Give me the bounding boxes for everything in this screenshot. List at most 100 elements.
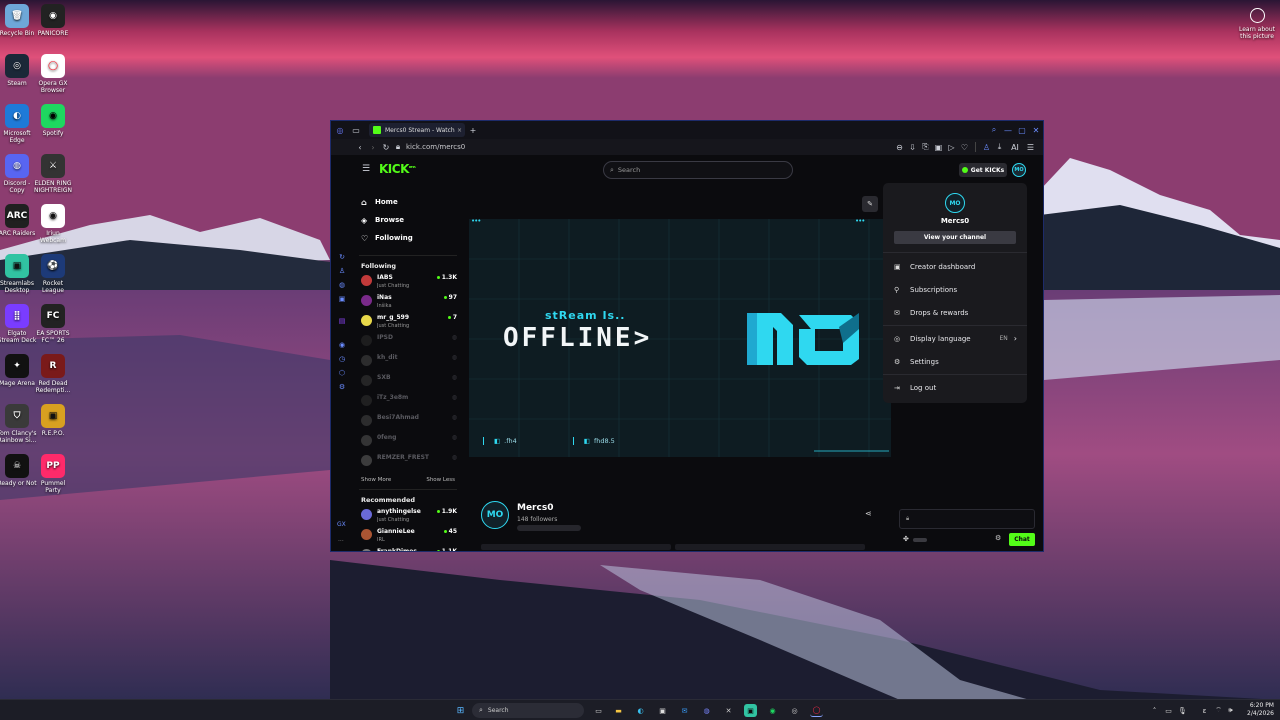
photos-icon[interactable]: ▣	[656, 704, 669, 717]
channel-avatar[interactable]: MO	[481, 501, 509, 529]
desktop-icon[interactable]: ⛉ Tom Clancy's Rainbow Si...	[0, 404, 37, 444]
wallet-icon[interactable]: ▣	[932, 143, 945, 152]
learn-about-picture[interactable]: Learn about this picture	[1238, 8, 1276, 40]
streamlabs-taskbar-icon[interactable]: ▣	[744, 704, 757, 717]
desktop-icon[interactable]: PP Pummel Party	[33, 454, 73, 494]
spotify-taskbar-icon[interactable]: ◉	[766, 704, 779, 717]
history-icon[interactable]: ↻	[339, 253, 345, 261]
desktop-icon[interactable]: ◍ Discord - Copy	[0, 154, 37, 194]
snapshot-icon[interactable]: ⎘	[919, 142, 932, 152]
play-icon[interactable]: ▷	[945, 143, 958, 152]
file-explorer-icon[interactable]: ▬	[612, 704, 625, 717]
microphone-icon[interactable]: 🎙︎	[1176, 704, 1189, 717]
account-icon[interactable]: ♙	[980, 143, 993, 152]
menu-item[interactable]: ⚲ Subscriptions	[883, 278, 1027, 301]
tab-close-icon[interactable]: ×	[457, 127, 462, 134]
channel-row[interactable]: IABS Just Chatting 1.3K	[353, 274, 463, 294]
desktop-icon[interactable]: FC EA SPORTS FC™ 26	[33, 304, 73, 344]
desktop-icon[interactable]: ✦ Mage Arena	[0, 354, 37, 387]
clock-rail-icon[interactable]: ◷	[339, 355, 345, 363]
channel-row[interactable]: iTz_3e8m ◍	[353, 394, 463, 414]
nav-item[interactable]: ◈ Browse	[353, 211, 463, 229]
desktop-icon[interactable]: ◉ Iriun Webcam	[33, 204, 73, 244]
search-box[interactable]: ⌕ Search	[603, 161, 793, 179]
menu-item[interactable]: ◎ Display language EN ›	[883, 327, 1027, 350]
network-icon[interactable]: ▭	[1162, 704, 1175, 717]
url-field[interactable]: kick.com/mercs0	[406, 143, 465, 151]
nav-item[interactable]: ♡ Following	[353, 229, 463, 247]
desktop-icon[interactable]: ARC ARC Raiders	[0, 204, 37, 237]
channel-row[interactable]: mr_g_599 Just Chatting 7	[353, 314, 463, 334]
cube-rail-icon[interactable]: ⬡	[339, 369, 345, 377]
desktop-icon[interactable]: 🗑︎ Recycle Bin	[0, 4, 37, 37]
show-less-link[interactable]: Show Less	[426, 477, 455, 483]
desktop-icon[interactable]: ☠ Ready or Not	[0, 454, 37, 487]
channel-row[interactable]: 0feng ◍	[353, 434, 463, 454]
channel-row[interactable]: FrankDimes 1.1K	[353, 548, 463, 551]
player-rail-icon[interactable]: ◉	[339, 341, 345, 349]
edge-icon[interactable]: ◐	[634, 704, 647, 717]
menu-item[interactable]: ▣ Creator dashboard	[883, 255, 1027, 278]
discord-taskbar-icon[interactable]: ◍	[700, 704, 713, 717]
channel-row[interactable]: iNas Inšika 97	[353, 294, 463, 314]
search-tabs-icon[interactable]: ⌕	[987, 125, 1001, 135]
desktop-icon[interactable]: ◎ Steam	[0, 54, 37, 87]
show-hidden-icons[interactable]: ˄	[1148, 704, 1161, 717]
task-view-icon[interactable]: ▭	[592, 704, 605, 717]
show-more-link[interactable]: Show More	[361, 477, 391, 483]
view-channel-button[interactable]: View your channel	[894, 231, 1016, 244]
desktop-icon[interactable]: ◉ Spotify	[33, 104, 73, 137]
messenger-rail-icon[interactable]: ▣	[339, 295, 346, 303]
zoom-icon[interactable]: ⊖	[893, 143, 906, 152]
language-icon[interactable]: ε	[1198, 704, 1211, 717]
tab-island-icon[interactable]: ▭	[349, 126, 363, 135]
channel-row[interactable]: REMZER_FREST ◍	[353, 454, 463, 474]
aria-ai-icon[interactable]: AI	[1006, 143, 1024, 152]
menu-item[interactable]: ⚙ Settings	[883, 350, 1027, 373]
kick-logo[interactable]: KICKBETA	[379, 162, 416, 176]
menu-item[interactable]: ✉ Drops & rewards	[883, 301, 1027, 324]
desktop-icon[interactable]: ⚔ ELDEN RING NIGHTREIGN	[33, 154, 73, 194]
hamburger-icon[interactable]: ☰	[362, 164, 370, 174]
taskbar-search[interactable]: ⌕ Search	[472, 703, 584, 718]
discord-rail-icon[interactable]: ◍	[339, 281, 345, 289]
start-icon[interactable]: ⊞	[454, 704, 467, 717]
desktop-icon[interactable]: ▣ Streamlabs Desktop	[0, 254, 37, 294]
twitch-rail-icon[interactable]: ▤	[339, 317, 346, 325]
minimize-icon[interactable]: —	[1001, 126, 1015, 135]
volume-icon[interactable]: 🕪︎	[1224, 704, 1237, 717]
channel-row[interactable]: anythingelse Just Chatting 1.9K	[353, 508, 463, 528]
maximize-icon[interactable]: ▢	[1015, 126, 1029, 135]
channel-row[interactable]: kh_dit ◍	[353, 354, 463, 374]
desktop-icon[interactable]: ◐ Microsoft Edge	[0, 104, 37, 144]
nav-item[interactable]: ⌂ Home	[353, 193, 463, 211]
back-icon[interactable]: ‹	[353, 143, 367, 152]
channel-name[interactable]: Mercs0	[517, 503, 553, 513]
gx-rail-icon[interactable]: GX	[337, 521, 346, 528]
opera-gx-icon[interactable]: ◎	[331, 126, 349, 135]
chat-input[interactable]: 🔒︎	[899, 509, 1035, 529]
more-rail-icon[interactable]: ···	[338, 538, 344, 545]
emote-icon[interactable]: ✤	[903, 535, 909, 543]
channel-row[interactable]: SXB ◍	[353, 374, 463, 394]
get-kicks-button[interactable]: Get KICKs	[959, 163, 1007, 177]
chat-button[interactable]: Chat	[1009, 533, 1035, 546]
share-icon[interactable]: ⋖	[865, 509, 872, 518]
settings-rail-icon[interactable]: ⚙	[339, 383, 345, 391]
menu-icon[interactable]: ☰	[1024, 143, 1037, 152]
steam-taskbar-icon[interactable]: ◎	[788, 704, 801, 717]
heart-icon[interactable]: ♡	[958, 143, 971, 152]
chat-settings-icon[interactable]: ⚙	[995, 534, 1001, 542]
channel-row[interactable]: GiannieLee IRL 45	[353, 528, 463, 548]
downloads-icon[interactable]: ⤓	[993, 142, 1006, 152]
reload-icon[interactable]: ↻	[379, 143, 393, 152]
pin-icon[interactable]: ⇩	[906, 143, 919, 152]
desktop-icon[interactable]: ◯ Opera GX Browser	[33, 54, 73, 94]
desktop-icon[interactable]: ⚽ Rocket League	[33, 254, 73, 294]
desktop-icon[interactable]: R Red Dead Redempti...	[33, 354, 73, 394]
forward-icon[interactable]: ›	[367, 143, 379, 152]
close-window-icon[interactable]: ✕	[1029, 126, 1043, 135]
desktop-icon[interactable]: ▣ R.E.P.O.	[33, 404, 73, 437]
channel-row[interactable]: IPSD ◍	[353, 334, 463, 354]
clock[interactable]: 6:20 PM 2/4/2026	[1240, 702, 1274, 718]
